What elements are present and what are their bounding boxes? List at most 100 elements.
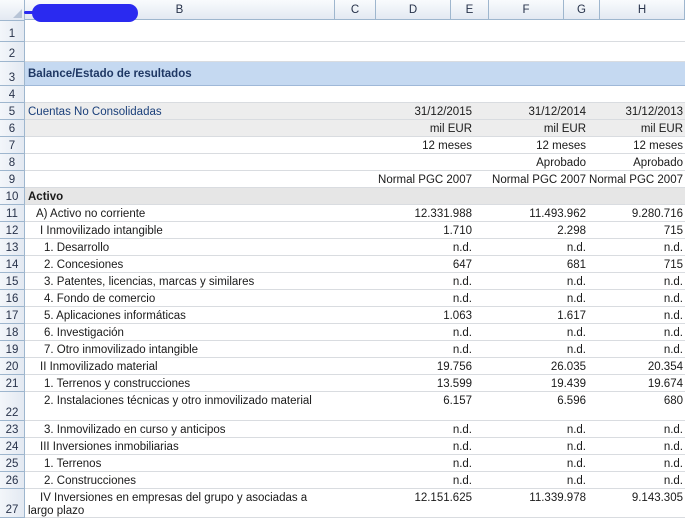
value-cell[interactable]: n.d. [475,421,588,437]
row-label[interactable]: 1. Desarrollo [28,239,338,255]
column-header-g[interactable]: G [564,0,600,20]
value-cell[interactable]: n.d. [345,455,475,471]
row-label[interactable]: 4. Fondo de comercio [28,290,338,306]
period-2015[interactable]: 12 meses [345,137,475,153]
row-label[interactable]: 6. Investigación [28,324,338,340]
value-cell[interactable]: n.d. [588,455,685,471]
value-cell[interactable]: 12.151.625 [345,489,475,517]
row-header[interactable]: 14 [0,256,25,273]
row-header[interactable]: 16 [0,290,25,307]
row-header[interactable]: 1 [0,21,25,42]
value-cell[interactable]: 11.339.978 [475,489,588,517]
period-2014[interactable]: 12 meses [475,137,588,153]
value-cell[interactable]: 11.493.962 [475,205,588,221]
row-label[interactable]: A) Activo no corriente [28,205,338,221]
row-header[interactable]: 13 [0,239,25,256]
value-cell[interactable]: n.d. [345,290,475,306]
row-label[interactable]: II Inmovilizado material [28,358,338,374]
row-header[interactable]: 10 [0,188,25,205]
column-header-h[interactable]: H [600,0,685,20]
row-header[interactable]: 7 [0,137,25,154]
value-cell[interactable]: n.d. [345,239,475,255]
value-cell[interactable]: n.d. [588,421,685,437]
row-header[interactable]: 21 [0,375,25,392]
value-cell[interactable]: n.d. [345,341,475,357]
value-cell[interactable]: n.d. [588,239,685,255]
row-header[interactable]: 20 [0,358,25,375]
value-cell[interactable]: n.d. [475,324,588,340]
value-cell[interactable]: n.d. [475,472,588,488]
column-header-d[interactable]: D [376,0,451,20]
row-label[interactable]: III Inversiones inmobiliarias [28,438,338,454]
value-cell[interactable]: 2.298 [475,222,588,238]
value-cell[interactable]: 19.439 [475,375,588,391]
status-2015[interactable] [345,154,475,170]
row-header[interactable]: 26 [0,472,25,489]
value-cell[interactable]: n.d. [345,421,475,437]
row-header[interactable]: 9 [0,171,25,188]
value-cell[interactable]: 1.710 [345,222,475,238]
value-cell[interactable]: n.d. [588,472,685,488]
value-cell[interactable]: 715 [588,256,685,272]
column-header-c[interactable]: C [335,0,376,20]
period-2013[interactable]: 12 meses [588,137,685,153]
value-cell[interactable]: 9.143.305 [588,489,685,517]
row-header[interactable]: 17 [0,307,25,324]
row-label[interactable]: IV Inversiones en empresas del grupo y a… [28,489,318,517]
row-header[interactable]: 5 [0,103,25,120]
unit-2013[interactable]: mil EUR [588,120,685,136]
row-label[interactable]: 3. Inmovilizado en curso y anticipos [28,421,338,437]
row-header[interactable]: 22 [0,392,25,421]
value-cell[interactable]: 26.035 [475,358,588,374]
standard-2014[interactable]: Normal PGC 2007 [475,171,588,187]
value-cell[interactable]: n.d. [475,239,588,255]
value-cell[interactable]: 647 [345,256,475,272]
value-cell[interactable]: n.d. [345,472,475,488]
column-header-f[interactable]: F [489,0,564,20]
section-label[interactable]: Activo [28,188,338,204]
standard-2013[interactable]: Normal PGC 2007 [588,171,685,187]
report-title[interactable]: Balance/Estado de resultados [28,62,338,85]
row-header[interactable]: 3 [0,62,25,86]
value-cell[interactable]: 6.596 [475,392,588,420]
row-label[interactable]: 1. Terrenos [28,455,338,471]
date-2014[interactable]: 31/12/2014 [475,103,588,119]
value-cell[interactable]: n.d. [475,290,588,306]
value-cell[interactable]: n.d. [345,324,475,340]
row-header[interactable]: 27 [0,489,25,518]
row-header[interactable]: 8 [0,154,25,171]
row-header[interactable]: 24 [0,438,25,455]
row-header[interactable]: 4 [0,86,25,103]
unit-2014[interactable]: mil EUR [475,120,588,136]
row-label[interactable]: 2. Concesiones [28,256,338,272]
value-cell[interactable]: n.d. [588,290,685,306]
date-2013[interactable]: 31/12/2013 [588,103,685,119]
row-header[interactable]: 23 [0,421,25,438]
row-header[interactable]: 25 [0,455,25,472]
value-cell[interactable]: n.d. [345,273,475,289]
row-label[interactable]: 1. Terrenos y construcciones [28,375,338,391]
value-cell[interactable]: 715 [588,222,685,238]
value-cell[interactable]: 19.756 [345,358,475,374]
value-cell[interactable]: n.d. [475,455,588,471]
standard-2015[interactable]: Normal PGC 2007 [345,171,475,187]
row-label[interactable]: 2. Construcciones [28,472,338,488]
status-2014[interactable]: Aprobado [475,154,588,170]
value-cell[interactable]: 9.280.716 [588,205,685,221]
value-cell[interactable]: 681 [475,256,588,272]
value-cell[interactable]: n.d. [475,438,588,454]
unit-2015[interactable]: mil EUR [345,120,475,136]
row-header[interactable]: 18 [0,324,25,341]
value-cell[interactable]: 1.063 [345,307,475,323]
row-label[interactable]: 2. Instalaciones técnicas y otro inmovil… [28,392,318,420]
row-label[interactable]: 5. Aplicaciones informáticas [28,307,338,323]
value-cell[interactable]: n.d. [588,273,685,289]
select-all-corner[interactable] [0,0,25,21]
row-header[interactable]: 15 [0,273,25,290]
status-2013[interactable]: Aprobado [588,154,685,170]
value-cell[interactable]: 1.617 [475,307,588,323]
column-header-e[interactable]: E [451,0,489,20]
row-header[interactable]: 12 [0,222,25,239]
value-cell[interactable]: 6.157 [345,392,475,420]
value-cell[interactable]: n.d. [588,307,685,323]
